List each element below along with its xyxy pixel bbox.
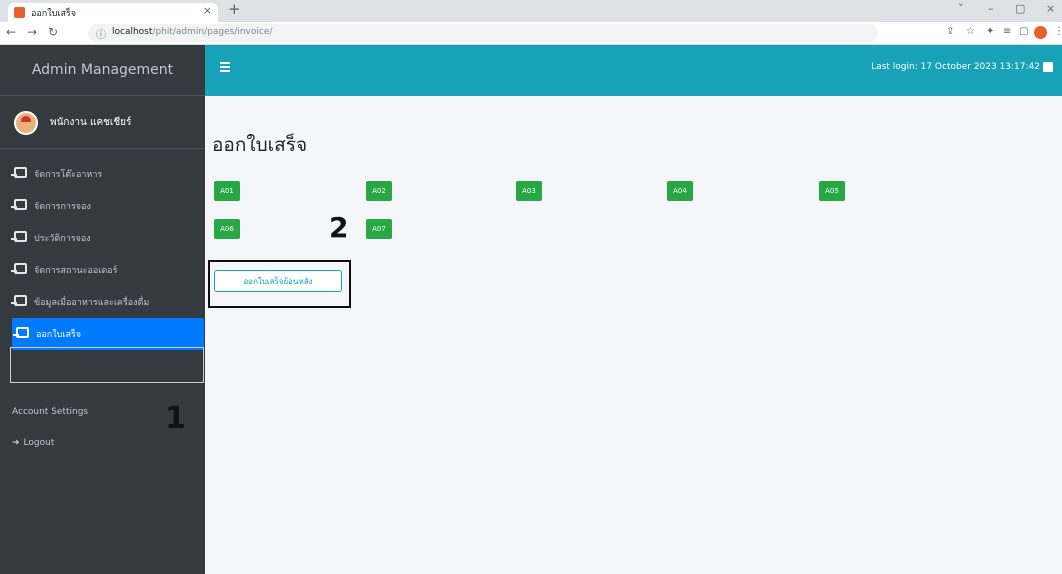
back-icon[interactable]: ←	[6, 25, 16, 39]
brand-title[interactable]: Admin Management	[0, 45, 205, 96]
hamburger-icon[interactable]	[220, 62, 230, 72]
logout-label: Logout	[23, 438, 55, 448]
sidebar-item-label: ออกใบเสร็จ	[36, 330, 82, 340]
reading-list-icon[interactable]: ≡	[1003, 26, 1011, 37]
step-marker-2: 2	[329, 211, 349, 244]
user-panel: พนักงาน แคชเชียร์	[0, 96, 205, 149]
table-button-a01[interactable]: A01	[214, 181, 240, 201]
tab-close-icon[interactable]: ×	[203, 4, 212, 17]
reload-icon[interactable]: ↻	[48, 25, 58, 39]
sidebar-item-label: จัดการสถานะออเดอร์	[34, 266, 118, 276]
sign-in-icon	[11, 167, 27, 178]
last-login-text: Last login: 17 October 2023 13:17:42	[871, 62, 1040, 72]
forward-icon[interactable]: →	[27, 25, 37, 39]
site-info-icon[interactable]: ⓘ	[96, 26, 106, 41]
tab-title: ออกใบเสร็จ	[31, 9, 77, 19]
close-window-icon[interactable]: ×	[1046, 2, 1055, 15]
sidebar-nav: จัดการโต๊ะอาหาร จัดการการจอง ประวัติการจ…	[0, 158, 205, 350]
table-button-a07[interactable]: A07	[366, 219, 392, 239]
bookmark-star-icon[interactable]: ☆	[966, 26, 975, 37]
sidebar-item-order-status[interactable]: จัดการสถานะออเดอร์	[0, 254, 205, 286]
invoice-history-button[interactable]: ออกใบเสร็จย้อนหลัง	[214, 270, 342, 292]
browser-tab[interactable]: ออกใบเสร็จ ×	[8, 3, 218, 22]
sign-in-icon	[11, 263, 27, 274]
logout-link[interactable]: ➜ Logout	[12, 438, 54, 448]
main-content: ออกใบเสร็จ A01 A02 A03 A04 A05 A06 A07 2…	[205, 96, 1062, 574]
share-icon[interactable]: ⇪	[946, 26, 954, 37]
highlight-box	[10, 347, 204, 383]
sidebar-item-invoice[interactable]: ออกใบเสร็จ	[12, 318, 204, 350]
table-button-a05[interactable]: A05	[819, 181, 845, 201]
url-field[interactable]: ⓘ localhost/phit/admin/pages/invoice/	[88, 24, 878, 42]
user-avatar	[14, 111, 38, 135]
tab-search-icon[interactable]: ˅	[958, 2, 964, 15]
account-settings-heading: Account Settings	[12, 407, 89, 417]
sidebar-item-label: จัดการการจอง	[34, 202, 91, 212]
sidebar-item-menu-data[interactable]: ข้อมูลเมื่ออาหารและเครื่องดื่ม	[0, 286, 205, 318]
browser-tab-bar: ออกใบเสร็จ × + ˅ – ▢ ×	[0, 0, 1062, 22]
url-text: localhost/phit/admin/pages/invoice/	[112, 27, 272, 37]
address-bar: ← → ↻ ⓘ localhost/phit/admin/pages/invoi…	[0, 22, 1062, 45]
url-path: /phit/admin/pages/invoice/	[152, 27, 273, 37]
step-marker-1: 1	[165, 401, 186, 436]
sidebar-item-label: จัดการโต๊ะอาหาร	[34, 170, 103, 180]
user-name[interactable]: พนักงาน แคชเชียร์	[50, 115, 131, 130]
sidebar-item-label: ข้อมูลเมื่ออาหารและเครื่องดื่ม	[34, 298, 150, 308]
page-title: ออกใบเสร็จ	[212, 134, 308, 156]
table-button-a03[interactable]: A03	[516, 181, 542, 201]
url-host: localhost	[112, 27, 153, 37]
browser-menu-icon[interactable]: ⋮	[1054, 26, 1062, 37]
table-button-a06[interactable]: A06	[214, 219, 240, 239]
sidebar-item-bookings[interactable]: จัดการการจอง	[0, 190, 205, 222]
sidebar-item-tables[interactable]: จัดการโต๊ะอาหาร	[0, 158, 205, 190]
table-button-a04[interactable]: A04	[667, 181, 693, 201]
logout-icon: ➜	[12, 438, 20, 448]
sign-in-icon	[11, 199, 27, 210]
sidebar-item-label: ประวัติการจอง	[34, 234, 91, 244]
sidebar: Admin Management พนักงาน แคชเชียร์ จัดกา…	[0, 45, 205, 574]
maximize-icon[interactable]: ▢	[1015, 2, 1025, 15]
minimize-icon[interactable]: –	[988, 2, 994, 15]
favicon-icon	[14, 7, 25, 18]
top-navbar: Last login: 17 October 2023 13:17:42	[205, 45, 1062, 96]
side-panel-icon[interactable]: ▢	[1019, 26, 1028, 37]
table-button-a02[interactable]: A02	[366, 181, 392, 201]
new-tab-icon[interactable]: +	[228, 0, 241, 18]
profile-avatar[interactable]	[1034, 26, 1047, 39]
sidebar-item-booking-history[interactable]: ประวัติการจอง	[0, 222, 205, 254]
extensions-icon[interactable]: ✦	[986, 26, 994, 37]
sign-in-icon	[11, 295, 27, 306]
sign-in-icon	[13, 327, 29, 338]
sign-in-icon	[11, 231, 27, 242]
grid-icon[interactable]	[1043, 62, 1053, 72]
